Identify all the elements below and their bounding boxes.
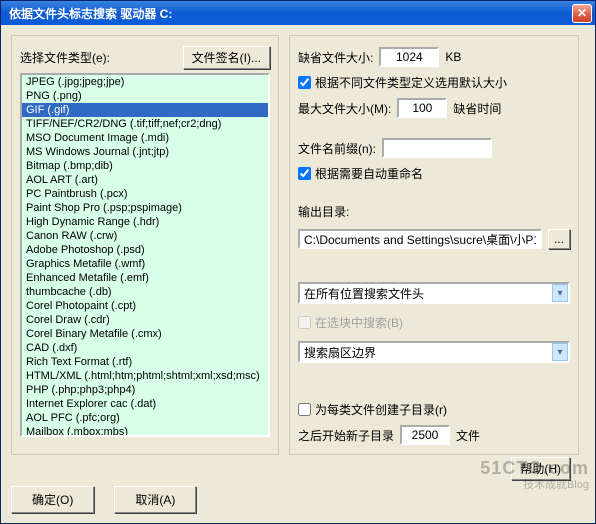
max-size-unit: 缺省时间 <box>453 100 501 117</box>
prefix-input[interactable] <box>382 138 492 158</box>
list-item[interactable]: Graphics Metafile (.wmf) <box>22 257 268 271</box>
browse-button[interactable]: ... <box>548 229 570 249</box>
output-dir-input[interactable] <box>298 229 542 249</box>
output-dir-label: 输出目录: <box>298 203 349 220</box>
list-item[interactable]: PNG (.png) <box>22 89 268 103</box>
list-item[interactable]: HTML/XML (.html;htm;phtml;shtml;xml;xsd;… <box>22 369 268 383</box>
list-item[interactable]: Bitmap (.bmp;dib) <box>22 159 268 173</box>
file-types-group: 选择文件类型(e): 文件签名(I)... JPEG (.jpg;jpeg;jp… <box>11 35 279 455</box>
use-type-defaults-label[interactable]: 根据不同文件类型定义选用默认大小 <box>315 74 507 91</box>
default-size-input[interactable] <box>379 47 439 67</box>
ok-button[interactable]: 确定(O) <box>11 486 94 513</box>
file-signatures-button[interactable]: 文件签名(I)... <box>183 46 270 69</box>
use-type-defaults-checkbox[interactable] <box>298 76 311 89</box>
new-subdir-label: 之后开始新子目录 <box>298 427 394 444</box>
new-subdir-input[interactable] <box>400 425 450 445</box>
list-item[interactable]: Enhanced Metafile (.emf) <box>22 271 268 285</box>
bottom-button-bar: 确定(O) 取消(A) <box>11 486 585 513</box>
list-item[interactable]: CAD (.dxf) <box>22 341 268 355</box>
close-button[interactable]: ✕ <box>572 4 592 23</box>
list-item[interactable]: JPEG (.jpg;jpeg;jpe) <box>22 75 268 89</box>
new-subdir-unit: 文件 <box>456 427 480 444</box>
file-types-listbox[interactable]: JPEG (.jpg;jpeg;jpe)PNG (.png)GIF (.gif)… <box>20 73 270 437</box>
title-bar[interactable]: 依据文件头标志搜索 驱动器 C: ✕ <box>1 1 595 25</box>
client-area: 选择文件类型(e): 文件签名(I)... JPEG (.jpg;jpeg;jp… <box>1 25 595 465</box>
chevron-down-icon: ▾ <box>552 284 568 302</box>
auto-rename-label[interactable]: 根据需要自动重命名 <box>315 165 423 182</box>
window-title: 依据文件头标志搜索 驱动器 C: <box>9 5 172 22</box>
list-item[interactable]: Canon RAW (.crw) <box>22 229 268 243</box>
dialog-window: 依据文件头标志搜索 驱动器 C: ✕ 选择文件类型(e): 文件签名(I)...… <box>0 0 596 524</box>
list-item[interactable]: GIF (.gif) <box>22 103 268 117</box>
max-size-label: 最大文件大小(M): <box>298 100 391 117</box>
list-item[interactable]: thumbcache (.db) <box>22 285 268 299</box>
list-item[interactable]: Paint Shop Pro (.psp;pspimage) <box>22 201 268 215</box>
auto-rename-checkbox[interactable] <box>298 167 311 180</box>
default-size-label: 缺省文件大小: <box>298 49 373 66</box>
list-item[interactable]: High Dynamic Range (.hdr) <box>22 215 268 229</box>
max-size-input[interactable] <box>397 98 447 118</box>
list-item[interactable]: Corel Binary Metafile (.cmx) <box>22 327 268 341</box>
list-item[interactable]: MSO Document Image (.mdi) <box>22 131 268 145</box>
list-item[interactable]: Rich Text Format (.rtf) <box>22 355 268 369</box>
list-item[interactable]: Corel Draw (.cdr) <box>22 313 268 327</box>
list-item[interactable]: AOL PFC (.pfc;org) <box>22 411 268 425</box>
create-subdir-label[interactable]: 为每类文件创建子目录(r) <box>315 401 447 418</box>
create-subdir-checkbox[interactable] <box>298 403 311 416</box>
options-group: 缺省文件大小: KB 根据不同文件类型定义选用默认大小 最大文件大小(M): 缺… <box>289 35 579 455</box>
list-item[interactable]: TIFF/NEF/CR2/DNG (.tif;tiff;nef;cr2;dng) <box>22 117 268 131</box>
search-scope-value: 在所有位置搜索文件头 <box>304 285 424 302</box>
list-item[interactable]: MS Windows Journal (.jnt;jtp) <box>22 145 268 159</box>
chevron-down-icon: ▾ <box>552 343 568 361</box>
cancel-button[interactable]: 取消(A) <box>114 486 196 513</box>
list-item[interactable]: AOL ART (.art) <box>22 173 268 187</box>
select-types-label: 选择文件类型(e): <box>20 49 110 66</box>
search-scope-combo[interactable]: 在所有位置搜索文件头 ▾ <box>298 282 570 304</box>
list-item[interactable]: PC Paintbrush (.pcx) <box>22 187 268 201</box>
sector-boundary-value: 搜索扇区边界 <box>304 344 376 361</box>
help-button[interactable]: 帮助(H) <box>511 457 570 480</box>
list-item[interactable]: Adobe Photoshop (.psd) <box>22 243 268 257</box>
sector-boundary-combo[interactable]: 搜索扇区边界 ▾ <box>298 341 570 363</box>
list-item[interactable]: Internet Explorer cac (.dat) <box>22 397 268 411</box>
list-item[interactable]: Corel Photopaint (.cpt) <box>22 299 268 313</box>
list-item[interactable]: Mailbox (.mbox;mbs) <box>22 425 268 437</box>
list-item[interactable]: PHP (.php;php3;php4) <box>22 383 268 397</box>
prefix-label: 文件名前缀(n): <box>298 140 376 157</box>
default-size-unit: KB <box>445 50 461 64</box>
search-in-selection-checkbox <box>298 316 311 329</box>
search-in-selection-label: 在选块中搜索(B) <box>315 314 403 331</box>
